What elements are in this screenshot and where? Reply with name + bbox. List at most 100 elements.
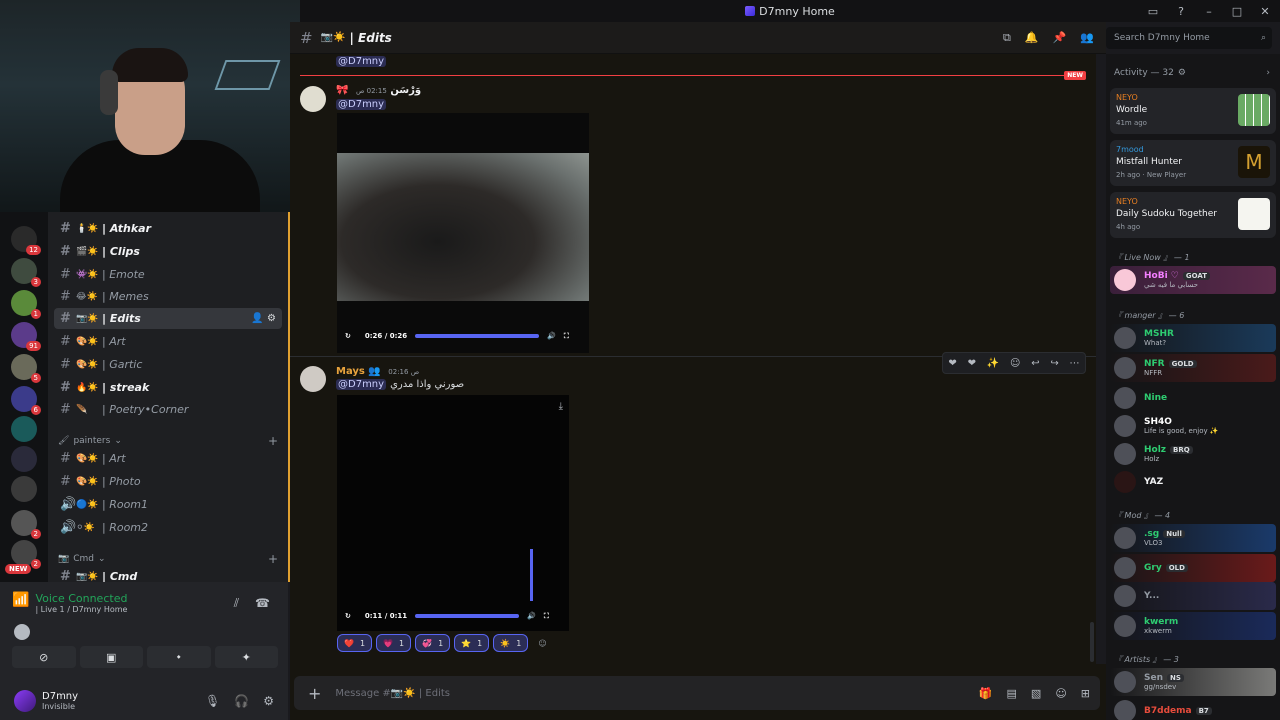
replay-icon[interactable]: ↻ (345, 332, 351, 340)
voice-channel-room1[interactable]: 🔊 🔵☀️ | Room1 (54, 494, 282, 515)
camera-off-button[interactable]: ⊘ (12, 646, 76, 668)
maximize-button[interactable]: □ (1230, 5, 1244, 18)
add-reaction-icon[interactable]: ☺ (1010, 358, 1020, 369)
member-item[interactable]: kwerm xkwerm (1110, 612, 1276, 640)
headphones-icon[interactable]: 🎧 (234, 694, 249, 708)
sticker-icon[interactable]: ▧ (1031, 687, 1041, 700)
member-item[interactable]: .sg Null VLO3 (1110, 524, 1276, 552)
reaction-pill[interactable]: ☀️ 1 (493, 634, 529, 652)
more-icon[interactable]: ⋯ (1070, 358, 1080, 369)
disconnect-icon[interactable]: ☎ (255, 596, 270, 611)
gift-icon[interactable]: 🎁 (979, 687, 993, 700)
channel-streak[interactable]: # 🔥☀️ | streak (54, 377, 282, 398)
microphone-icon[interactable]: 🎙 (205, 694, 220, 708)
heart-reaction-icon[interactable]: ❤ (948, 358, 956, 369)
channel-art[interactable]: # 🎨☀️ | Art (54, 331, 282, 352)
add-reaction-icon[interactable]: ☺ (532, 634, 552, 652)
reaction-pill[interactable]: ❤️ 1 (337, 634, 373, 652)
member-item[interactable]: MSHR What? (1110, 324, 1276, 352)
reaction-pill[interactable]: 💗 1 (376, 634, 412, 652)
server-icon[interactable]: 12 (11, 226, 41, 255)
category-painters[interactable]: 🖌 painters ⌄ + (58, 434, 278, 448)
member-item[interactable]: YAZ (1110, 468, 1276, 496)
channel-gartic[interactable]: # 🎨☀️ | Gartic (54, 354, 282, 375)
gear-icon[interactable]: ⚙ (267, 313, 276, 324)
volume-slider[interactable] (530, 549, 533, 601)
search-input[interactable]: Search D7mny Home ⌕ (1106, 27, 1272, 49)
message-author[interactable]: Mays 👥 02:16 ص (336, 366, 419, 377)
gif-icon[interactable]: ▤ (1007, 687, 1017, 700)
scrollbar[interactable] (1090, 622, 1094, 662)
message-input[interactable]: + Message #📷☀️ | Edits 🎁 ▤ ▧ ☺ ⊞ (294, 676, 1100, 710)
avatar[interactable] (14, 690, 36, 712)
reaction-pill[interactable]: 💞 1 (415, 634, 451, 652)
server-icon[interactable]: 91 (11, 322, 41, 351)
fullscreen-icon[interactable]: ⛶ (564, 332, 569, 341)
member-item[interactable]: Holz BRQ Holz (1110, 440, 1276, 468)
channel-poetry-corner[interactable]: # 🪶 | Poetry•Corner (54, 399, 282, 420)
add-channel-icon[interactable]: + (268, 434, 278, 448)
server-icon[interactable]: 5 (11, 354, 41, 383)
category-cmd[interactable]: 📷 Cmd ⌄ + (58, 552, 278, 566)
reply-icon[interactable]: ↩ (1031, 358, 1039, 369)
channel-athkar[interactable]: # 🕯️☀️ | Athkar (54, 218, 282, 239)
avatar[interactable] (300, 366, 326, 392)
activity-card[interactable]: NEYO Daily Sudoku Together 4h ago (1110, 192, 1276, 238)
member-item[interactable]: Y... (1110, 582, 1276, 610)
activities-button[interactable]: ⬩ (147, 646, 211, 668)
member-item[interactable]: HoBi ♡ GOAT حسابي ما فيه شي (1110, 266, 1276, 294)
server-icon[interactable] (11, 476, 37, 502)
chevron-right-icon[interactable]: › (1266, 68, 1270, 78)
soundboard-button[interactable]: ✦ (214, 646, 278, 668)
bell-icon[interactable]: 🔔 (1025, 31, 1039, 45)
server-icon[interactable]: 2 (11, 540, 41, 569)
minimize-button[interactable]: – (1202, 5, 1216, 18)
help-icon[interactable]: ? (1174, 5, 1188, 18)
video-progress-bar[interactable] (415, 334, 540, 338)
activity-card[interactable]: 7mood Mistfall Hunter 2h ago · New Playe… (1110, 140, 1276, 186)
members-icon[interactable]: 👥 (1080, 31, 1094, 45)
server-icon[interactable]: 1 (11, 290, 41, 319)
noise-suppression-icon[interactable]: ⫽ (234, 596, 239, 611)
channel-photo[interactable]: # 🎨☀️ | Photo (54, 471, 282, 492)
add-channel-icon[interactable]: + (268, 552, 278, 566)
server-icon[interactable] (11, 446, 37, 472)
message-author[interactable]: 🎀 وَرْسَن 02:15 ص (336, 85, 421, 96)
gear-icon[interactable]: ⚙ (263, 694, 274, 708)
new-servers-pill[interactable]: NEW (5, 564, 32, 574)
pin-icon[interactable]: 📌 (1053, 31, 1067, 45)
member-item[interactable]: Sen NS gg/nsdev (1110, 668, 1276, 696)
download-icon[interactable]: ⤓ (559, 401, 563, 412)
member-item[interactable]: SH4O Life is good, enjoy ✨ (1110, 412, 1276, 440)
forward-icon[interactable]: ↪ (1050, 358, 1058, 369)
avatar[interactable] (300, 86, 326, 112)
close-button[interactable]: ✕ (1258, 5, 1272, 18)
krisp-icon[interactable] (14, 624, 30, 640)
video-player[interactable]: ↻ 0:26 / 0:26 🔊 ⛶ (337, 113, 589, 353)
video-progress-bar[interactable] (415, 614, 520, 618)
member-item[interactable]: Nine (1110, 384, 1276, 412)
user-names[interactable]: D7mny Invisible (42, 691, 78, 711)
screen-share-button[interactable]: ▣ (79, 646, 143, 668)
channel-clips[interactable]: # 🎬☀️ | Clips (54, 241, 282, 262)
channel-painters-art[interactable]: # 🎨☀️ | Art (54, 448, 282, 469)
member-item[interactable]: B7ddema B7 (1110, 697, 1276, 720)
apps-icon[interactable]: ⊞ (1081, 687, 1090, 700)
volume-icon[interactable]: 🔊 (547, 332, 556, 340)
activity-card[interactable]: NEYO Wordle 41m ago (1110, 88, 1276, 134)
voice-channel-room2[interactable]: 🔊 ⚪☀️ | Room2 (54, 517, 282, 538)
server-icon[interactable]: 6 (11, 386, 41, 415)
server-icon[interactable] (11, 416, 37, 442)
member-item[interactable]: NFR GOLD NFFR (1110, 354, 1276, 382)
mention[interactable]: @D7mny (336, 56, 387, 67)
mention[interactable]: @D7mny (336, 99, 387, 110)
volume-icon[interactable]: 🔊 (527, 612, 536, 620)
server-icon[interactable]: 2 (11, 510, 41, 539)
channel-emote[interactable]: # 👾☀️ | Emote (54, 264, 282, 285)
voice-status[interactable]: 📶 Voice Connected | Live 1 / D7mny Home (12, 592, 127, 614)
reaction-pill[interactable]: ⭐ 1 (454, 634, 490, 652)
fullscreen-icon[interactable]: ⛶ (544, 612, 549, 621)
emoji-icon[interactable]: ☺ (1055, 687, 1066, 700)
sparkle-reaction-icon[interactable]: ✨ (987, 358, 999, 369)
video-player[interactable]: ⤓ ↻ 0:11 / 0:11 🔊 ⛶ (337, 395, 569, 631)
